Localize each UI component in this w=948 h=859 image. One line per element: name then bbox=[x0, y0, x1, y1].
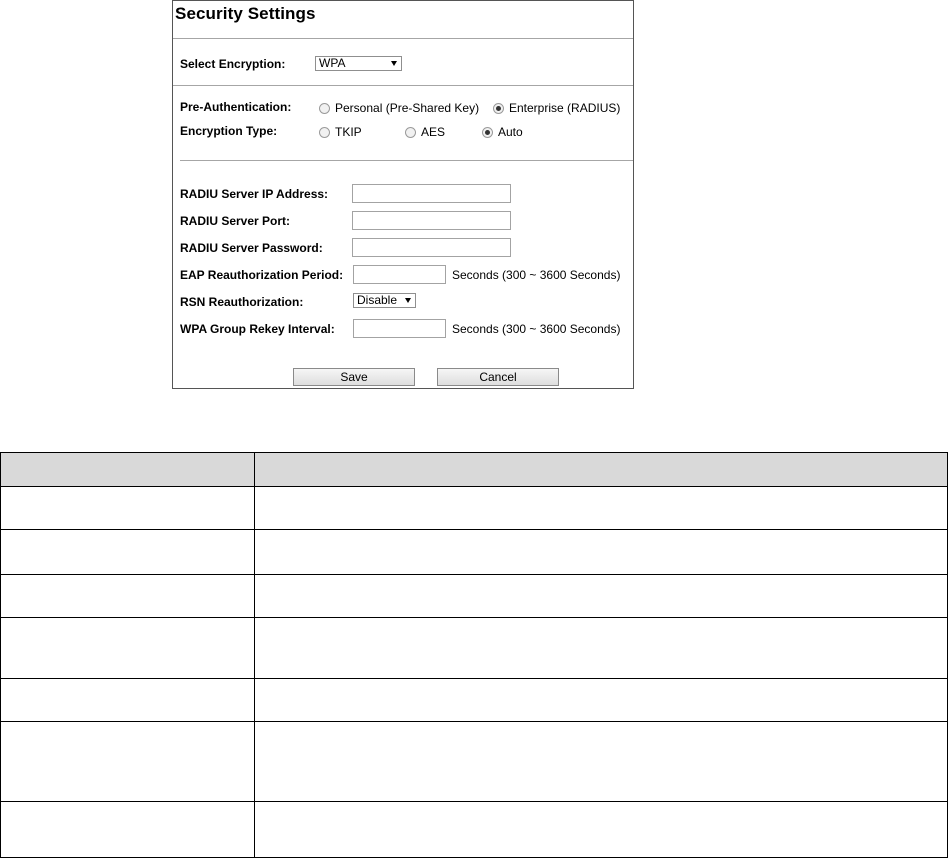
divider bbox=[173, 38, 633, 39]
table-cell bbox=[0, 529, 255, 575]
chevron-down-icon bbox=[391, 61, 397, 66]
table-header-row bbox=[0, 452, 948, 487]
table-cell bbox=[254, 617, 948, 679]
wpa-rekey-label: WPA Group Rekey Interval: bbox=[180, 322, 335, 336]
chevron-down-icon bbox=[405, 298, 411, 303]
divider bbox=[180, 160, 633, 161]
table-row bbox=[0, 801, 948, 858]
encryption-type-label: Encryption Type: bbox=[180, 124, 278, 138]
table-row bbox=[0, 678, 948, 722]
table-cell bbox=[0, 801, 255, 858]
pre-auth-enterprise-radio[interactable] bbox=[493, 102, 504, 114]
table-row bbox=[0, 617, 948, 679]
encryption-auto-option[interactable]: Auto bbox=[482, 125, 523, 139]
radius-password-label: RADIU Server Password: bbox=[180, 241, 323, 255]
pre-auth-enterprise-label: Enterprise (RADIUS) bbox=[509, 101, 621, 115]
encryption-select[interactable]: WPA bbox=[315, 56, 402, 71]
table-cell bbox=[254, 721, 948, 802]
pre-auth-personal-label: Personal (Pre-Shared Key) bbox=[335, 101, 480, 115]
pre-auth-personal-radio[interactable] bbox=[319, 102, 330, 114]
save-button[interactable]: Save bbox=[293, 368, 415, 386]
wpa-rekey-hint: Seconds (300 ~ 3600 Seconds) bbox=[452, 322, 621, 336]
table-cell bbox=[254, 486, 948, 530]
pre-auth-personal-option[interactable]: Personal (Pre-Shared Key) bbox=[319, 101, 479, 115]
table-cell bbox=[0, 574, 255, 618]
encryption-aes-option[interactable]: AES bbox=[405, 125, 445, 139]
pre-authentication-label: Pre-Authentication: bbox=[180, 100, 292, 114]
panel-title: Security Settings bbox=[175, 4, 316, 23]
eap-period-hint: Seconds (300 ~ 3600 Seconds) bbox=[452, 268, 621, 282]
table-cell bbox=[254, 574, 948, 618]
table-cell bbox=[0, 486, 255, 530]
encryption-tkip-radio[interactable] bbox=[319, 126, 330, 138]
table-row bbox=[0, 529, 948, 575]
select-encryption-label: Select Encryption: bbox=[180, 57, 286, 71]
encryption-select-value: WPA bbox=[319, 56, 346, 70]
rsn-reauth-select[interactable]: Disable bbox=[353, 293, 416, 308]
table-row bbox=[0, 574, 948, 618]
wpa-rekey-input[interactable] bbox=[353, 319, 446, 338]
table-row bbox=[0, 486, 948, 530]
table-cell bbox=[0, 678, 255, 722]
description-table-wrapper bbox=[0, 452, 948, 858]
eap-period-label: EAP Reauthorization Period: bbox=[180, 268, 344, 282]
encryption-tkip-label: TKIP bbox=[335, 125, 362, 139]
pre-auth-enterprise-option[interactable]: Enterprise (RADIUS) bbox=[493, 101, 620, 115]
description-table bbox=[0, 452, 948, 858]
radius-ip-input[interactable] bbox=[352, 184, 511, 203]
cancel-button[interactable]: Cancel bbox=[437, 368, 559, 386]
encryption-auto-radio[interactable] bbox=[482, 126, 493, 138]
encryption-aes-label: AES bbox=[421, 125, 446, 139]
table-cell bbox=[254, 678, 948, 722]
table-cell bbox=[254, 801, 948, 858]
rsn-reauth-select-value: Disable bbox=[357, 293, 398, 307]
radius-ip-label: RADIU Server IP Address: bbox=[180, 187, 329, 201]
table-cell bbox=[254, 529, 948, 575]
table-row bbox=[0, 721, 948, 802]
table-header-cell bbox=[254, 452, 948, 487]
divider bbox=[173, 85, 633, 86]
security-settings-panel: Security Settings Select Encryption: WPA… bbox=[172, 0, 634, 389]
table-cell bbox=[0, 617, 255, 679]
eap-period-input[interactable] bbox=[353, 265, 446, 284]
encryption-tkip-option[interactable]: TKIP bbox=[319, 125, 362, 139]
radius-password-input[interactable] bbox=[352, 238, 511, 257]
encryption-auto-label: Auto bbox=[498, 125, 523, 139]
encryption-aes-radio[interactable] bbox=[405, 126, 416, 138]
table-header-cell bbox=[0, 452, 255, 487]
radius-port-label: RADIU Server Port: bbox=[180, 214, 291, 228]
rsn-reauth-label: RSN Reauthorization: bbox=[180, 295, 304, 309]
table-cell bbox=[0, 721, 255, 802]
radius-port-input[interactable] bbox=[352, 211, 511, 230]
